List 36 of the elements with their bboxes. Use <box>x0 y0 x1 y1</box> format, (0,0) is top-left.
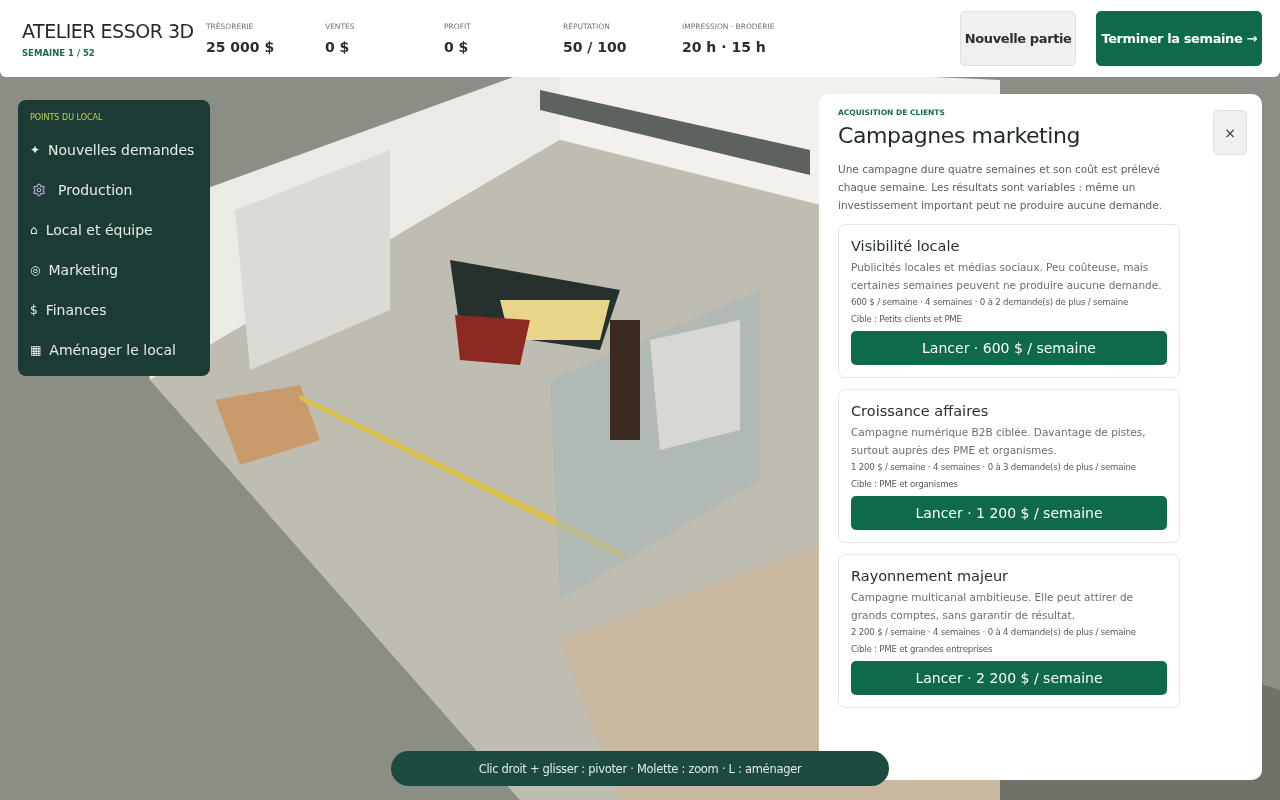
new-game-button[interactable]: Nouvelle partie <box>959 11 1077 66</box>
sidebar-item[interactable]: ▦ Aménager le local <box>30 330 198 370</box>
panel-title: Campagnes marketing <box>838 123 1081 148</box>
campaign-description: Campagne numérique B2B ciblée. Davantage de pistes, surtout auprès des PME et organismes. <box>851 425 1147 458</box>
campaign-name: Visibilité locale <box>851 238 961 254</box>
campaign-description: Publicités locales et médias sociaux. Peu coûteuse, mais certaines semaines peuvent ne produire aucune demande. <box>851 260 1163 293</box>
sidebar-title: POINTS DU LOCAL <box>30 113 104 122</box>
campaign-description: Campagne multicanal ambitieuse. Elle peut attirer de grands comptes, sans garantir de résultat. <box>851 590 1134 623</box>
stat-value: 0 $ <box>444 39 470 55</box>
campaign-target: Cible : Petits clients et PME <box>851 313 963 326</box>
stat-value: 25 000 $ <box>206 39 276 55</box>
campaign-details: 1 200 $ / semaine · 4 semaines · 0 à 3 demande(s) de plus / semaine <box>851 461 1137 474</box>
launch-button[interactable]: Lancer · 1 200 $ / semaine <box>851 496 1167 530</box>
panel-intro: Une campagne dure quatre semaines et son coût est prélevé chaque semaine. Les résultats sont variables : même un investissement important peut ne produire aucune demande. <box>838 162 1164 213</box>
stat-value: 50 / 100 <box>563 39 628 55</box>
controls-hint: Clic droit + glisser : pivoter · Molette : zoom · L : aménager <box>391 751 889 786</box>
gear-icon <box>32 183 46 197</box>
launch-button[interactable]: Lancer · 600 $ / semaine <box>851 331 1167 365</box>
campaign-name: Croissance affaires <box>851 403 990 419</box>
campaign-target: Cible : PME et organismes <box>851 478 959 491</box>
end-week-button[interactable]: Terminer la semaine → <box>1096 11 1262 66</box>
sidebar-item[interactable]: $ Finances <box>30 290 198 330</box>
sidebar-item[interactable]: ✦ Nouvelles demandes <box>30 130 198 170</box>
launch-button[interactable]: Lancer · 2 200 $ / semaine <box>851 661 1167 695</box>
week-counter: SEMAINE 1 / 52 <box>22 47 96 58</box>
sidebar-item[interactable]: Production <box>30 170 198 210</box>
campaign-target: Cible : PME et grandes entreprises <box>851 643 994 656</box>
campaign-details: 600 $ / semaine · 4 semaines · 0 à 2 demande(s) de plus / semaine <box>851 296 1130 309</box>
campaign-name: Rayonnement majeur <box>851 568 1010 584</box>
game-title: ATELIER ESSOR 3D <box>22 19 195 42</box>
stat-value: 0 $ <box>325 39 351 55</box>
campaign-details: 2 200 $ / semaine · 4 semaines · 0 à 4 demande(s) de plus / semaine <box>851 626 1137 639</box>
close-button[interactable]: × <box>1213 110 1247 155</box>
sidebar-item[interactable]: ◎ Marketing <box>30 250 198 290</box>
stat-value: 20 h · 15 h <box>682 39 767 55</box>
sidebar-item[interactable]: ⌂ Local et équipe <box>30 210 198 250</box>
